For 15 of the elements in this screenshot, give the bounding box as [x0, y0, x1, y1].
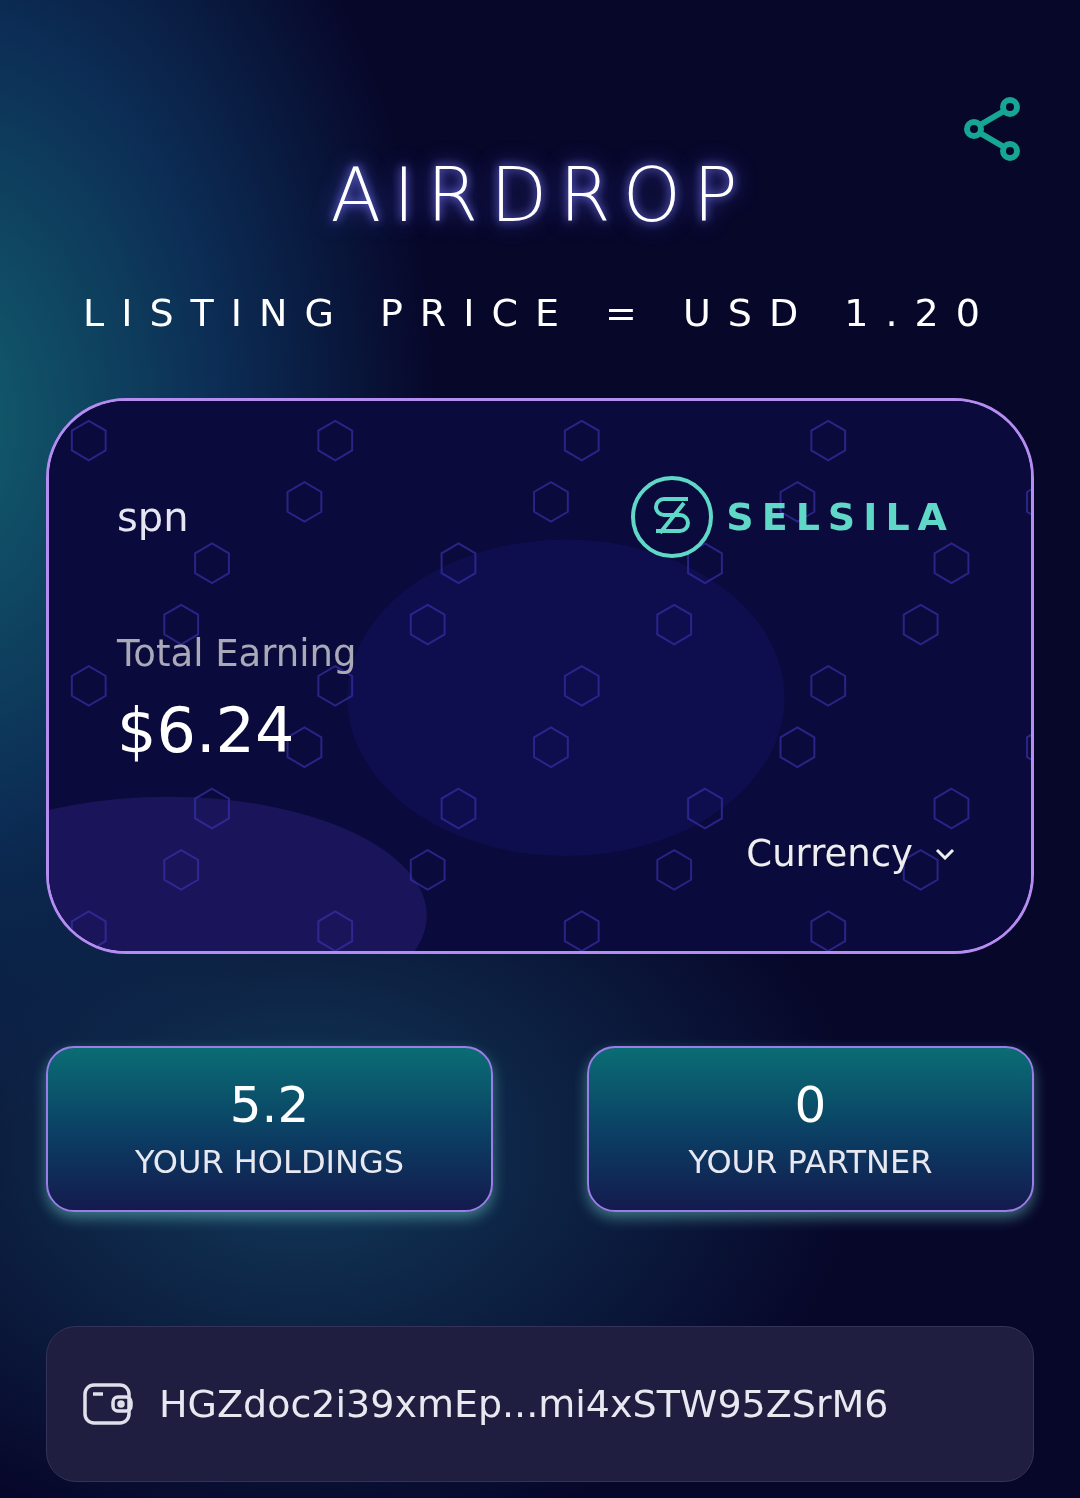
token-name: spn [117, 497, 190, 542]
stat-label: YOUR HOLDINGS [135, 1146, 404, 1178]
brand-name: SELSILA [726, 495, 955, 539]
chevron-down-icon [935, 847, 955, 860]
stat-value: 5.2 [229, 1080, 310, 1130]
currency-dropdown[interactable]: Currency [746, 832, 955, 875]
wallet-address: HGZdoc2i39xmEp...mi4xSTW95ZSrM6 [159, 1382, 889, 1426]
app-title: AIRDROP [330, 158, 750, 232]
s-logo-icon [630, 475, 715, 559]
listing-price: LISTING PRICE = USD 1.20 [83, 294, 997, 332]
earning-label: Total Earning [117, 635, 358, 672]
earning-amount: $6.24 [117, 700, 296, 762]
stat-value: 0 [794, 1080, 827, 1130]
stat-label: YOUR PARTNER [688, 1146, 933, 1178]
wallet-icon [83, 1383, 135, 1425]
